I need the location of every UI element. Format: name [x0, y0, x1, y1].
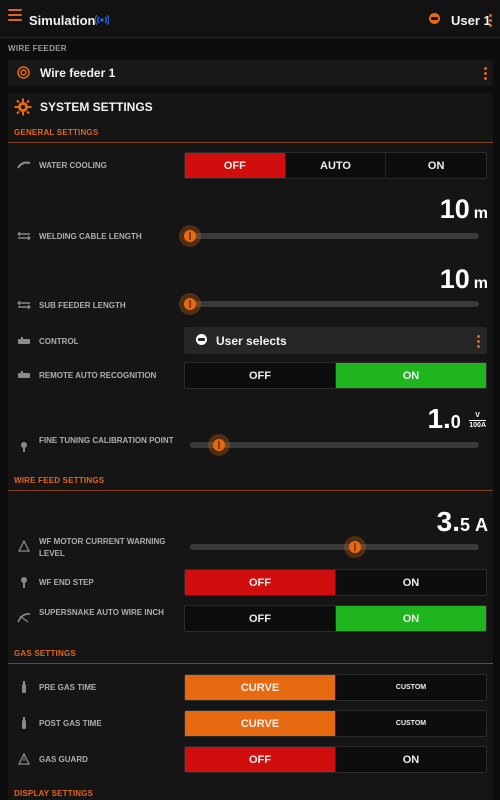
- sub-feeder-length-number: 10: [439, 264, 470, 294]
- water-cooling-on-option[interactable]: ON: [386, 153, 486, 178]
- section-divider: [8, 490, 493, 491]
- water-cooling-toggle[interactable]: OFF AUTO ON: [184, 152, 487, 179]
- sub-feeder-length-unit: m: [473, 275, 488, 292]
- user-helmet-icon[interactable]: [428, 12, 441, 30]
- fine-tuning-value: 1.0 V 100A: [427, 403, 486, 435]
- post-gas-time-curve-option[interactable]: CURVE: [185, 711, 336, 736]
- more-options-icon[interactable]: [489, 14, 492, 29]
- wf-motor-current-number-int: 3.: [436, 506, 460, 537]
- sub-feeder-cable-icon: [17, 300, 31, 310]
- welding-cable-length-label: WELDING CABLE LENGTH: [39, 232, 142, 241]
- end-step-icon: [17, 576, 31, 588]
- wf-end-step-label: WF END STEP: [39, 578, 94, 587]
- cable-icon: [17, 231, 31, 241]
- remote-auto-recognition-off-option[interactable]: OFF: [185, 363, 336, 388]
- welding-cable-length-slider-thumb[interactable]: [179, 225, 201, 247]
- calibration-icon: [17, 440, 31, 452]
- wire-feeder-selector[interactable]: Wire feeder 1: [8, 60, 493, 86]
- control-select-value: User selects: [216, 334, 287, 348]
- supersnake-on-option[interactable]: ON: [336, 606, 486, 631]
- top-bar: Simulation User 1: [0, 0, 500, 38]
- pre-gas-time-toggle[interactable]: CURVE CUSTOM: [184, 674, 487, 701]
- fine-tuning-label: FINE TUNING CALIBRATION POINT: [39, 436, 174, 445]
- water-hose-icon: [17, 160, 31, 170]
- gas-guard-label: GAS GUARD: [39, 755, 88, 764]
- remote-auto-recognition-toggle[interactable]: OFF ON: [184, 362, 487, 389]
- control-label: CONTROL: [39, 337, 79, 346]
- fine-tuning-unit-bottom: 100A: [469, 420, 486, 429]
- warning-triangle-icon: [17, 752, 31, 765]
- motor-warning-icon: [17, 539, 31, 552]
- control-options-icon[interactable]: [477, 335, 480, 350]
- post-gas-time-custom-option[interactable]: CUSTOM: [336, 711, 486, 736]
- sub-feeder-length-label: SUB FEEDER LENGTH: [39, 301, 126, 310]
- fine-tuning-slider-track[interactable]: [190, 442, 479, 448]
- display-settings-heading: DISPLAY SETTINGS: [14, 789, 94, 798]
- gas-bottle-icon: [17, 717, 31, 729]
- gas-bottle-icon: [17, 681, 31, 693]
- wf-motor-current-label: WF MOTOR CURRENT WARNING LEVEL: [39, 537, 166, 558]
- section-divider: [8, 142, 493, 143]
- wf-motor-current-number-dec: 5: [459, 515, 470, 535]
- gas-guard-on-option[interactable]: ON: [336, 747, 486, 772]
- gas-guard-off-option[interactable]: OFF: [185, 747, 336, 772]
- pre-gas-time-label: PRE GAS TIME: [39, 683, 97, 692]
- welding-cable-length-value: 10 m: [440, 194, 488, 225]
- remote-auto-recognition-on-option[interactable]: ON: [336, 363, 486, 388]
- wf-end-step-on-option[interactable]: ON: [336, 570, 486, 595]
- gas-settings-heading: GAS SETTINGS: [14, 649, 76, 658]
- wf-end-step-off-option[interactable]: OFF: [185, 570, 336, 595]
- sub-feeder-length-slider-track[interactable]: [190, 301, 479, 307]
- post-gas-time-toggle[interactable]: CURVE CUSTOM: [184, 710, 487, 737]
- wf-end-step-toggle[interactable]: OFF ON: [184, 569, 487, 596]
- wire-inch-icon: [17, 612, 31, 623]
- system-settings-title: SYSTEM SETTINGS: [40, 100, 153, 114]
- user-name[interactable]: User 1: [451, 13, 491, 28]
- wire-feeder-options-icon[interactable]: [484, 67, 487, 82]
- fine-tuning-slider-thumb[interactable]: [208, 434, 230, 456]
- remote-recognition-icon: [17, 370, 31, 380]
- welding-cable-length-number: 10: [439, 194, 470, 224]
- user-helmet-icon: [195, 333, 208, 351]
- wf-motor-current-value: 3.5 A: [437, 506, 488, 538]
- gas-guard-toggle[interactable]: OFF ON: [184, 746, 487, 773]
- welding-cable-length-slider-track[interactable]: [190, 233, 479, 239]
- hamburger-menu-icon[interactable]: [8, 9, 22, 23]
- water-cooling-label: WATER COOLING: [39, 161, 107, 170]
- water-cooling-auto-option[interactable]: AUTO: [286, 153, 387, 178]
- gear-icon: [14, 98, 32, 121]
- water-cooling-off-option[interactable]: OFF: [185, 153, 286, 178]
- wf-motor-current-slider-track[interactable]: [190, 544, 479, 550]
- wire-spool-icon: [17, 66, 30, 84]
- wf-motor-current-slider-thumb[interactable]: [344, 536, 366, 558]
- wire-feeder-name: Wire feeder 1: [40, 66, 116, 80]
- wire-feeder-section-label: WIRE FEEDER: [8, 44, 67, 53]
- fine-tuning-unit-top: V: [475, 412, 480, 419]
- section-divider: [8, 663, 493, 664]
- general-settings-heading: GENERAL SETTINGS: [14, 128, 99, 137]
- supersnake-off-option[interactable]: OFF: [185, 606, 336, 631]
- remote-auto-recognition-label: REMOTE AUTO RECOGNITION: [39, 371, 157, 380]
- remote-control-icon: [17, 336, 31, 346]
- wireless-icon: [94, 12, 110, 30]
- welding-cable-length-unit: m: [473, 205, 488, 222]
- sub-feeder-length-value: 10 m: [440, 264, 488, 295]
- supersnake-label: SUPERSNAKE AUTO WIRE INCH: [39, 608, 164, 617]
- post-gas-time-label: POST GAS TIME: [39, 719, 102, 728]
- pre-gas-time-curve-option[interactable]: CURVE: [185, 675, 336, 700]
- fine-tuning-number-dec: 0: [450, 412, 461, 432]
- fine-tuning-number-int: 1.: [427, 403, 451, 434]
- sub-feeder-length-slider-thumb[interactable]: [179, 293, 201, 315]
- app-title: Simulation: [29, 13, 96, 28]
- supersnake-toggle[interactable]: OFF ON: [184, 605, 487, 632]
- pre-gas-time-custom-option[interactable]: CUSTOM: [336, 675, 486, 700]
- wf-motor-current-unit: A: [475, 515, 488, 535]
- wire-feed-settings-heading: WIRE FEED SETTINGS: [14, 476, 105, 485]
- control-select[interactable]: User selects: [184, 327, 487, 354]
